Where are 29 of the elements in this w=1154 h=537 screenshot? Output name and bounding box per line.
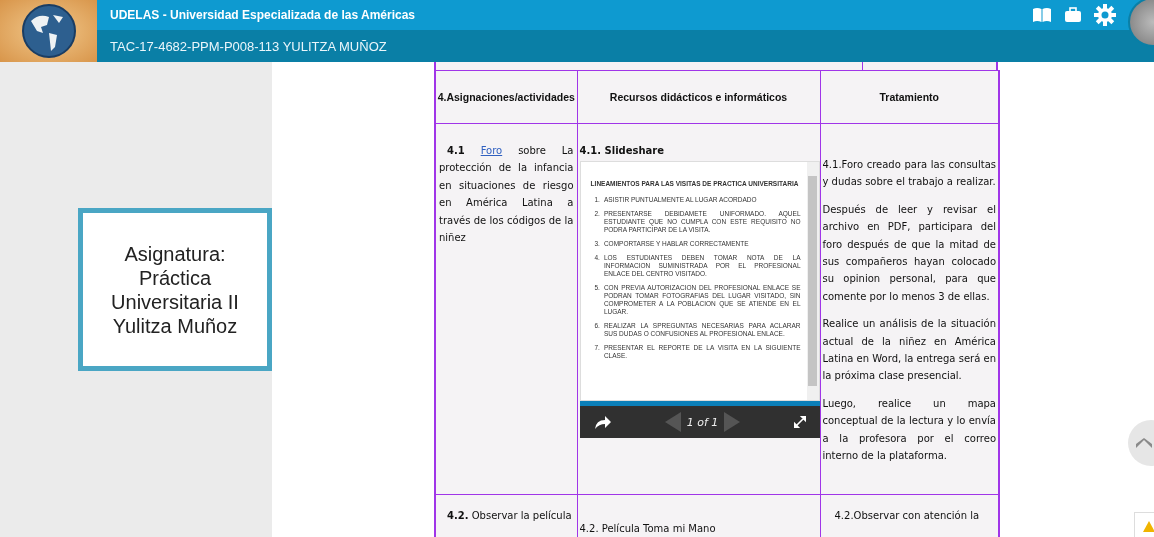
settings-icon[interactable] [1094, 4, 1116, 26]
fullscreen-icon[interactable] [793, 416, 806, 429]
column-header: Recursos didácticos e informáticos [577, 70, 820, 124]
briefcase-icon[interactable] [1064, 7, 1082, 23]
warning-icon [1143, 521, 1154, 532]
activity-text: 4.2. Observar la película [446, 509, 573, 523]
book-icon[interactable] [1032, 7, 1052, 23]
treatment-text: Realice un análisis de la situación actual de la niñez en América Latina en Word, la entrega será en la próxima clase presencial. [822, 317, 996, 384]
site-title[interactable]: UDELAS - Universidad Especializada de las Américas [110, 8, 415, 22]
column-header: Tratamiento [820, 70, 999, 124]
activity-text: 4.1 Foro sobre La protección de la infancia en situaciones de riesgo en América Latina a través de los códigos de la niñez [439, 144, 574, 246]
resource-title: 4.2. Película Toma mi Mano [579, 522, 717, 536]
treatment-text: 4.2.Observar con atención la [833, 509, 981, 523]
course-title: TAC-17-4682-PPM-P008-113 YULITZA MUÑOZ [110, 38, 387, 54]
treatment-text: Luego, realice un mapa conceptual de la lectura y lo envía a la profesora por el correo interno de la plataforma. [822, 396, 996, 464]
scrollbar[interactable] [806, 162, 819, 401]
forum-link[interactable]: Foro [480, 145, 503, 156]
card-text: Yulitza Muñoz [111, 313, 239, 338]
next-icon[interactable] [724, 412, 741, 433]
treatment-text: 4.1.Foro creado para las consultas y dudas sobre el trabajo a realizar. [822, 158, 996, 190]
card-text: Asignatura: [123, 241, 227, 266]
resource-title: 4.1. Slideshare [579, 144, 666, 158]
chevron-up-icon [1136, 438, 1152, 448]
treatment-text: Después de leer y revisar el archivo en PDF, participara del foro después de que la mitad de sus compañeros hayan colocado su opinion personal, para que comente por lo menos 3 de ellas. [822, 202, 996, 304]
card-text: Práctica Universitaria II [110, 265, 240, 314]
column-header: 4.Asignaciones/actividades [435, 70, 577, 124]
previous-icon[interactable] [664, 412, 681, 433]
share-icon[interactable] [593, 414, 612, 431]
page-counter: 1 of 1 [686, 414, 719, 431]
